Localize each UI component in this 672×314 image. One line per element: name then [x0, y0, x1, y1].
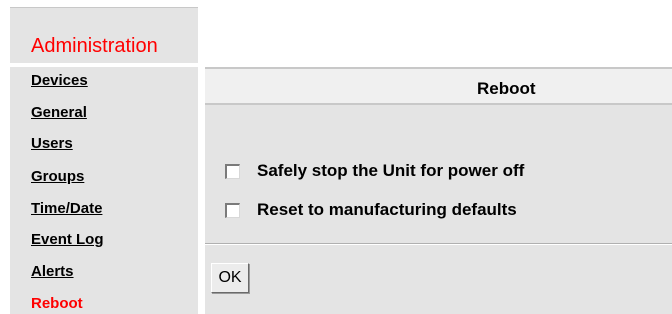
sidebar-nav: Devices General Users Groups Time/Date E…	[10, 67, 198, 314]
safely-stop-checkbox[interactable]	[225, 163, 240, 179]
reset-defaults-label: Reset to manufacturing defaults	[257, 200, 517, 219]
sidebar-item-groups[interactable]: Groups	[31, 167, 84, 187]
sidebar-title: Administration	[31, 35, 158, 57]
reset-defaults-checkbox[interactable]	[225, 202, 240, 218]
sidebar-item-users[interactable]: Users	[31, 134, 73, 154]
ok-button[interactable]: OK	[211, 263, 249, 293]
sidebar-header: Administration	[10, 7, 198, 63]
safely-stop-label: Safely stop the Unit for power off	[257, 161, 525, 180]
panel-header: Reboot	[205, 67, 672, 105]
sidebar-item-general[interactable]: General	[31, 103, 87, 123]
panel-divider	[205, 243, 672, 245]
option-safely-stop: Safely stop the Unit for power off	[225, 160, 524, 182]
sidebar-item-event-log[interactable]: Event Log	[31, 230, 104, 250]
option-reset-defaults: Reset to manufacturing defaults	[225, 199, 517, 221]
sidebar-item-devices[interactable]: Devices	[31, 71, 88, 91]
sidebar-item-time-date[interactable]: Time/Date	[31, 199, 102, 219]
sidebar-item-alerts[interactable]: Alerts	[31, 262, 74, 282]
admin-page: Administration Devices General Users Gro…	[0, 0, 672, 314]
sidebar-item-reboot[interactable]: Reboot	[31, 294, 83, 314]
reboot-panel: Reboot Safely stop the Unit for power of…	[205, 67, 672, 314]
panel-title: Reboot	[477, 79, 536, 98]
